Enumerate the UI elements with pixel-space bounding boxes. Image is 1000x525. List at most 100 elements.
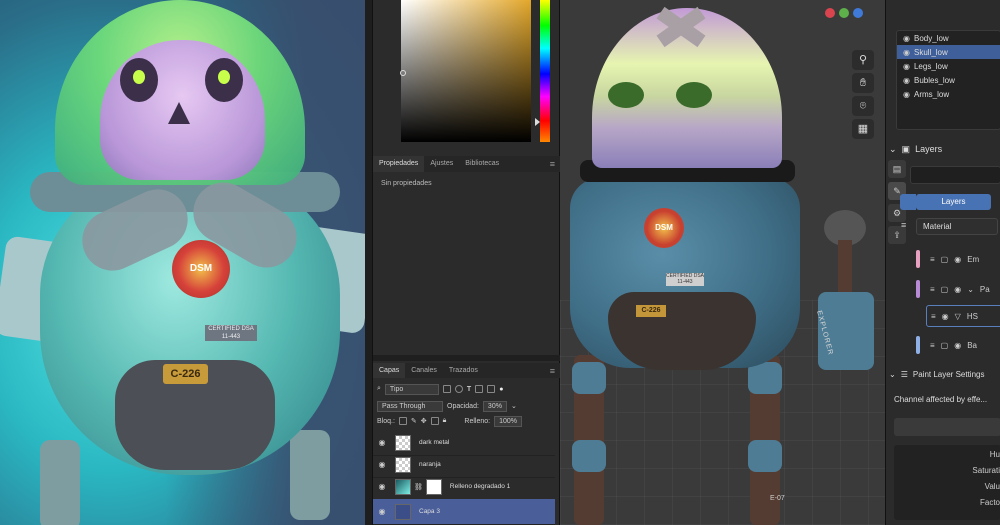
filter-pixel-icon[interactable] xyxy=(442,385,451,393)
eye-icon[interactable]: ◉ xyxy=(942,312,949,321)
photoshop-panel: Propiedades Ajustes Bibliotecas ≡ Sin pr… xyxy=(372,0,561,525)
layer-thumbnail xyxy=(395,503,411,520)
color-picker-cursor[interactable] xyxy=(400,70,406,76)
magnify-icon[interactable]: ⚲ xyxy=(852,50,874,70)
model-left-knee xyxy=(572,362,606,394)
color-picker-field[interactable] xyxy=(401,0,531,142)
eye-icon[interactable]: ◉ xyxy=(903,34,910,43)
camera-icon[interactable]: ⌾ xyxy=(852,96,874,116)
filter-shape-icon[interactable] xyxy=(475,385,484,393)
x-axis-icon[interactable] xyxy=(825,8,835,18)
hue-slider-arrow-icon[interactable] xyxy=(535,118,540,126)
chevron-down-icon[interactable]: ⌄ xyxy=(889,144,897,155)
drag-handle-icon[interactable]: ≡ xyxy=(930,285,935,294)
outliner-item[interactable]: ◉ Body_low xyxy=(897,31,1000,45)
eye-icon[interactable]: ◉ xyxy=(373,507,391,516)
layers-menu-icon[interactable]: ≡ xyxy=(550,363,555,379)
panel-menu-icon[interactable]: ≡ xyxy=(550,156,555,172)
lock-all-icon[interactable]: 🔒︎ xyxy=(443,417,447,425)
outliner-item-selected[interactable]: ◉ Skull_low xyxy=(897,45,1000,59)
eye-icon[interactable]: ◉ xyxy=(903,76,910,85)
filter-kind-select[interactable]: Tipo xyxy=(384,383,439,395)
chevron-down-icon[interactable]: ⌄ xyxy=(967,285,974,294)
paint-layer-row[interactable]: ≡ ▢ ◉ Ba xyxy=(912,334,1000,356)
layer-stack-icon[interactable] xyxy=(900,194,916,210)
material-select[interactable]: Material xyxy=(916,218,998,235)
paint-layer-row[interactable]: ≡ ▢ ◉ Em xyxy=(912,248,1000,270)
3d-viewport[interactable]: E-07 DSM CERTIFIED DSA 11-443 C-226 EXPL… xyxy=(560,0,885,525)
artwork-number-plate: C-226 xyxy=(163,364,208,384)
layers-section-header[interactable]: ⌄ ▣ Layers xyxy=(886,140,1000,158)
tool-icon[interactable]: ▤ xyxy=(888,160,906,178)
paint-layer-settings-header[interactable]: ⌄ ☰ Paint Layer Settings xyxy=(889,370,984,379)
tab-paths[interactable]: Trazados xyxy=(443,363,484,378)
filter-adjust-icon[interactable] xyxy=(454,385,463,393)
gradient-thumbnail xyxy=(395,478,411,495)
eye-icon[interactable]: ◉ xyxy=(903,90,910,99)
outliner-item[interactable]: ◉ Legs_low xyxy=(897,59,1000,73)
outliner-label: Legs_low xyxy=(913,61,948,71)
tab-adjustments[interactable]: Ajustes xyxy=(424,156,459,172)
eye-icon[interactable]: ◉ xyxy=(903,62,910,71)
lock-brush-icon[interactable]: ✎ xyxy=(411,417,417,425)
opacity-input[interactable]: 30% xyxy=(482,400,507,412)
eye-icon[interactable]: ◉ xyxy=(954,255,961,264)
tab-libraries[interactable]: Bibliotecas xyxy=(459,156,505,172)
model-arm-rod xyxy=(838,240,852,300)
link-icon: ⛓ xyxy=(414,483,423,491)
eye-icon[interactable]: ◉ xyxy=(373,482,391,491)
hue-slider[interactable] xyxy=(540,0,550,142)
properties-tabs: Propiedades Ajustes Bibliotecas ≡ xyxy=(373,156,561,172)
lock-move-icon[interactable]: ✥ xyxy=(421,417,427,425)
outliner-item[interactable]: ◉ Bubles_low xyxy=(897,73,1000,87)
tab-channels[interactable]: Canales xyxy=(405,363,443,378)
eye-icon[interactable]: ◉ xyxy=(373,460,391,469)
drag-handle-icon[interactable]: ≡ xyxy=(930,341,935,350)
paint-layer-row[interactable]: ≡ ▢ ◉ ⌄ Pa xyxy=(912,278,1000,300)
tab-properties[interactable]: Propiedades xyxy=(373,156,425,172)
eye-icon[interactable]: ◉ xyxy=(373,438,391,447)
lock-transparency-icon[interactable] xyxy=(398,417,407,425)
drag-handle-icon[interactable]: ≡ xyxy=(930,255,935,264)
tab-layers[interactable]: Capas xyxy=(373,363,406,378)
artwork-left-leg xyxy=(40,440,80,525)
model-left-ankle xyxy=(572,440,606,472)
concept-artwork: DSM CERTIFIED DSA 11-443 C-226 xyxy=(0,0,365,525)
list-icon[interactable]: ≡ xyxy=(901,220,906,230)
layer-filter-row: ⌕ Tipo T ● xyxy=(377,382,503,396)
z-axis-icon[interactable] xyxy=(853,8,863,18)
checkbox[interactable]: ▢ xyxy=(941,285,949,294)
layers-search-field[interactable] xyxy=(910,166,1000,184)
drag-handle-icon[interactable]: ≡ xyxy=(931,312,936,321)
properties-panel: ◉ Body_low ◉ Skull_low ◉ Legs_low ◉ Bubles_l… xyxy=(885,0,1000,525)
chevron-down-icon[interactable]: ⌄ xyxy=(889,370,896,379)
blend-mode-select[interactable]: Pass Through xyxy=(377,400,443,412)
saturation-label: Saturati xyxy=(972,466,1000,475)
axis-gizmo[interactable] xyxy=(825,8,863,18)
filter-smart-icon[interactable] xyxy=(487,385,496,393)
checkbox[interactable]: ▢ xyxy=(941,255,949,264)
outliner-item[interactable]: ◉ Arms_low xyxy=(897,87,1000,101)
layer-color-bar xyxy=(916,336,920,354)
layers-button[interactable]: Layers xyxy=(916,194,991,210)
y-axis-icon[interactable] xyxy=(839,8,849,18)
layer-row-selected[interactable]: ◉ Capa 3 xyxy=(373,499,555,525)
filter-text-icon[interactable]: T xyxy=(467,386,471,393)
channel-select[interactable] xyxy=(894,418,1000,436)
eye-icon[interactable]: ◉ xyxy=(903,48,910,57)
fill-input[interactable]: 100% xyxy=(494,415,522,427)
filter-icon: ▽ xyxy=(954,311,961,321)
layer-thumbnail xyxy=(395,434,411,451)
artwork-right-eye xyxy=(205,58,243,102)
outliner-label: Arms_low xyxy=(913,89,950,99)
hand-icon[interactable]: ✋︎ xyxy=(852,73,874,93)
filter-layer-row[interactable]: ≡ ◉ ▽ HS xyxy=(926,305,1000,327)
filter-toggle-icon[interactable]: ● xyxy=(499,386,503,393)
grid-icon[interactable]: ▦ xyxy=(852,119,874,139)
eye-icon[interactable]: ◉ xyxy=(954,285,961,294)
layer-row[interactable]: ◉ ⛓ Relleno degradado 1 xyxy=(373,474,555,500)
lock-artboard-icon[interactable] xyxy=(430,417,439,425)
checkbox[interactable]: ▢ xyxy=(941,341,949,350)
chevron-down-icon[interactable]: ⌄ xyxy=(511,402,517,410)
eye-icon[interactable]: ◉ xyxy=(954,341,961,350)
